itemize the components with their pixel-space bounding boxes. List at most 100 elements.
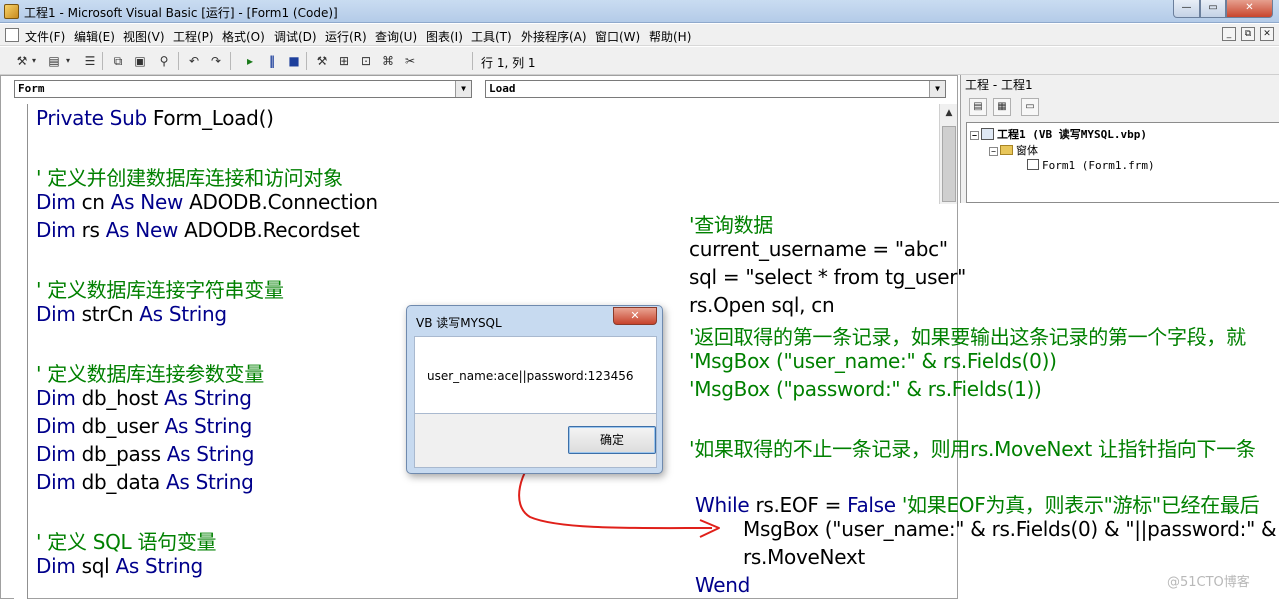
code-comment-line[interactable]: ' 定义数据库连接参数变量 <box>36 358 264 387</box>
procedure-combobox[interactable]: Load ▼ <box>485 80 946 98</box>
object-combobox[interactable]: Form ▼ <box>14 80 472 98</box>
menu-edit[interactable]: 编辑(E) <box>74 28 115 45</box>
break-icon[interactable]: ‖ <box>264 53 280 69</box>
code-comment-line[interactable]: '返回取得的第一条记录，如果要输出这条记录的第一个字段，就 <box>689 321 1246 350</box>
code-margin-bar[interactable] <box>14 104 28 599</box>
code-line[interactable]: Dim db_user As String <box>36 414 252 438</box>
collapse-icon[interactable]: − <box>989 147 998 156</box>
toolbox-icon[interactable]: ✂ <box>402 53 418 69</box>
comment-text: 让指针指向下一条 <box>1091 437 1256 461</box>
code-line[interactable]: Dim cn As New ADODB.Connection <box>36 190 378 214</box>
cursor-position-readout: 行 1, 列 1 <box>481 56 536 70</box>
code-keyword: Dim <box>36 442 82 466</box>
code-comment-line[interactable]: 'MsgBox ("user_name:" & rs.Fields(0)) <box>689 349 1057 373</box>
code-comment: '如果EOF为真，则表示"游标"已经在最后 <box>901 493 1260 517</box>
paste-icon[interactable]: ▣ <box>132 53 148 69</box>
properties-window-icon[interactable]: ⊞ <box>336 53 352 69</box>
code-comment-line[interactable]: ' 定义并创建数据库连接和访问对象 <box>36 162 343 191</box>
dropdown-arrow-icon[interactable]: ▾ <box>30 53 38 69</box>
tree-node-forms-folder[interactable]: − 窗体 <box>989 142 1038 158</box>
add-form-icon[interactable]: ▤ <box>46 53 62 69</box>
mdi-restore-button[interactable]: ⧉ <box>1241 27 1255 41</box>
menu-editor-icon[interactable]: ☰ <box>82 53 98 69</box>
code-comment-line[interactable]: 'MsgBox ("password:" & rs.Fields(1)) <box>689 377 1042 401</box>
procedure-combobox-value: Load <box>489 82 516 95</box>
code-line[interactable]: Dim strCn As String <box>36 302 227 326</box>
msgbox-dialog: VB 读写MYSQL ✕ user_name:ace||password:123… <box>406 305 663 474</box>
tree-node-form1[interactable]: Form1 (Form1.frm) <box>1027 159 1155 172</box>
menu-query[interactable]: 查询(U) <box>375 28 417 45</box>
menu-window[interactable]: 窗口(W) <box>595 28 640 45</box>
code-line[interactable]: While rs.EOF = False '如果EOF为真，则表示"游标"已经在… <box>695 489 1260 518</box>
code-line[interactable]: rs.MoveNext <box>743 545 865 569</box>
maximize-button[interactable]: ▭ <box>1200 0 1226 18</box>
object-browser-icon[interactable]: ⌘ <box>380 53 396 69</box>
code-text: rs <box>81 218 106 242</box>
toggle-folders-icon[interactable]: ▭ <box>1021 98 1039 116</box>
form-layout-icon[interactable]: ⊡ <box>358 53 374 69</box>
dialog-close-button[interactable]: ✕ <box>613 307 657 325</box>
code-text: db_user <box>81 414 165 438</box>
start-icon[interactable]: ▸ <box>242 53 258 69</box>
chevron-down-icon[interactable]: ▼ <box>929 81 945 97</box>
code-line[interactable]: Wend <box>695 573 750 597</box>
code-line[interactable]: MsgBox ("user_name:" & rs.Fields(0) & "|… <box>743 517 1277 541</box>
add-project-icon[interactable]: ⚒ <box>14 53 30 69</box>
dialog-footer: 确定 <box>414 414 657 468</box>
close-button[interactable]: ✕ <box>1226 0 1273 18</box>
menu-debug[interactable]: 调试(D) <box>274 28 317 45</box>
code-comment-line[interactable]: '如果取得的不止一条记录，则用rs.MoveNext 让指针指向下一条 <box>689 433 1256 462</box>
redo-icon[interactable]: ↷ <box>208 53 224 69</box>
code-line[interactable]: Dim db_pass As String <box>36 442 255 466</box>
menu-format[interactable]: 格式(O) <box>222 28 265 45</box>
code-comment-line[interactable]: ' 定义 SQL 语句变量 <box>36 526 217 555</box>
scrollbar-thumb[interactable] <box>942 126 956 202</box>
ok-button[interactable]: 确定 <box>568 426 656 454</box>
code-keyword: Dim <box>36 302 82 326</box>
menu-addins[interactable]: 外接程序(A) <box>521 28 587 45</box>
code-comment-line[interactable]: '查询数据 <box>689 209 773 238</box>
code-keyword: False <box>847 493 902 517</box>
undo-icon[interactable]: ↶ <box>186 53 202 69</box>
code-comment-line[interactable]: ' 定义数据库连接字符串变量 <box>36 274 284 303</box>
code-line[interactable]: Dim db_host As String <box>36 386 252 410</box>
minimize-button[interactable]: — <box>1173 0 1200 18</box>
menu-view[interactable]: 视图(V) <box>123 28 165 45</box>
code-line[interactable]: Private Sub Form_Load() <box>36 106 274 130</box>
menu-file[interactable]: 文件(F) <box>25 28 65 45</box>
code-line[interactable]: Dim sql As String <box>36 554 203 578</box>
code-line[interactable]: Dim db_data As String <box>36 470 254 494</box>
collapse-icon[interactable]: − <box>970 131 979 140</box>
window-title-bar: 工程1 - Microsoft Visual Basic [运行] - [For… <box>0 0 1279 23</box>
toolbar-separator <box>102 52 103 70</box>
code-window-icon[interactable] <box>5 28 19 42</box>
find-icon[interactable]: ⚲ <box>156 53 172 69</box>
code-keyword: While <box>695 493 756 517</box>
code-keyword: Dim <box>36 414 82 438</box>
comment-text: '如果取得的不止一条记录，则用 <box>689 437 970 461</box>
menu-run[interactable]: 运行(R) <box>325 28 367 45</box>
project-explorer-icon[interactable]: ⚒ <box>314 53 330 69</box>
code-line[interactable]: sql = "select * from tg_user" <box>689 265 966 289</box>
mdi-close-button[interactable]: ✕ <box>1260 27 1274 41</box>
chevron-down-icon[interactable]: ▼ <box>455 81 471 97</box>
menu-diagram[interactable]: 图表(I) <box>426 28 463 45</box>
copy-icon[interactable]: ⧉ <box>110 53 126 69</box>
mdi-minimize-button[interactable]: _ <box>1222 27 1236 41</box>
menu-project[interactable]: 工程(P) <box>173 28 214 45</box>
project-explorer-title: 工程 - 工程1 <box>965 78 1033 92</box>
menu-help[interactable]: 帮助(H) <box>649 28 691 45</box>
code-line[interactable]: current_username = "abc" <box>689 237 948 261</box>
scroll-up-arrow-icon[interactable]: ▲ <box>940 108 958 118</box>
menu-tools[interactable]: 工具(T) <box>471 28 512 45</box>
dropdown-arrow-icon[interactable]: ▾ <box>64 53 72 69</box>
code-line[interactable]: Dim rs As New ADODB.Recordset <box>36 218 360 242</box>
tree-node-project[interactable]: − 工程1 (VB 读写MYSQL.vbp) <box>970 126 1147 142</box>
code-keyword: As String <box>166 442 255 466</box>
vertical-scrollbar[interactable]: ▲ <box>939 104 957 204</box>
view-object-icon[interactable]: ▦ <box>993 98 1011 116</box>
code-text: sql <box>81 554 116 578</box>
end-icon[interactable]: ■ <box>286 53 302 69</box>
code-line[interactable]: rs.Open sql, cn <box>689 293 835 317</box>
view-code-icon[interactable]: ▤ <box>969 98 987 116</box>
